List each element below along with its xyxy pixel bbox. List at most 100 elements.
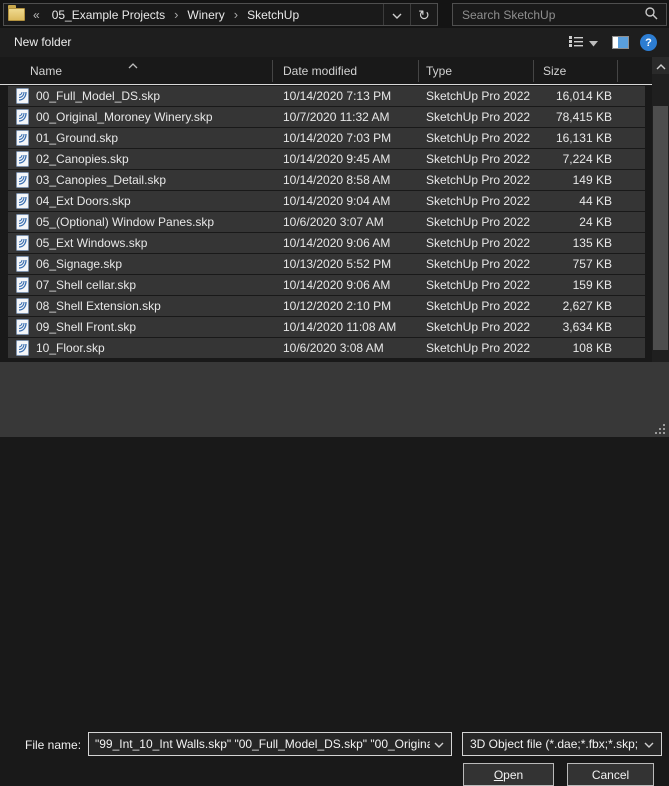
column-divider[interactable] — [533, 60, 534, 82]
file-date: 10/14/2020 11:08 AM — [272, 320, 418, 334]
table-row[interactable]: 02_Canopies.skp 10/14/2020 9:45 AM Sketc… — [8, 149, 645, 169]
file-size: 78,415 KB — [533, 110, 612, 124]
command-bar: New folder ? — [0, 28, 669, 57]
scrollbar-thumb[interactable] — [653, 106, 668, 350]
sketchup-file-icon — [16, 151, 29, 167]
file-type: SketchUp Pro 2022 — [418, 215, 533, 229]
breadcrumb-separator-icon[interactable]: › — [230, 7, 242, 22]
table-row[interactable]: 00_Full_Model_DS.skp 10/14/2020 7:13 PM … — [8, 86, 645, 106]
search-input[interactable] — [453, 8, 640, 22]
file-size: 16,131 KB — [533, 131, 612, 145]
sketchup-file-icon — [16, 172, 29, 188]
preview-pane-icon — [612, 36, 629, 49]
address-dropdown-button[interactable] — [384, 4, 410, 25]
table-row[interactable]: 04_Ext Doors.skp 10/14/2020 9:04 AM Sket… — [8, 191, 645, 211]
column-header-date-modified[interactable]: Date modified — [283, 64, 357, 78]
table-row[interactable]: 00_Original_Moroney Winery.skp 10/7/2020… — [8, 107, 645, 127]
file-type-value: 3D Object file (*.dae;*.fbx;*.skp; — [463, 737, 642, 751]
column-header-size[interactable]: Size — [543, 64, 566, 78]
refresh-button[interactable]: ↻ — [411, 4, 437, 25]
sketchup-file-icon — [16, 235, 29, 251]
table-row[interactable]: 05_Ext Windows.skp 10/14/2020 9:06 AM Sk… — [8, 233, 645, 253]
file-date: 10/14/2020 7:03 PM — [272, 131, 418, 145]
file-date: 10/14/2020 8:58 AM — [272, 173, 418, 187]
chevron-down-icon — [644, 737, 654, 751]
scroll-up-button[interactable] — [652, 57, 669, 74]
file-name-cell: 10_Floor.skp — [8, 340, 272, 356]
file-date: 10/13/2020 5:52 PM — [272, 257, 418, 271]
file-date: 10/14/2020 7:13 PM — [272, 89, 418, 103]
change-view-button[interactable] — [566, 33, 601, 52]
file-name: 02_Canopies.skp — [36, 152, 129, 166]
breadcrumb-item-winery[interactable]: Winery — [182, 8, 229, 22]
chevron-down-icon[interactable] — [434, 737, 444, 751]
file-date: 10/12/2020 2:10 PM — [272, 299, 418, 313]
sketchup-file-icon — [16, 256, 29, 272]
file-name-cell: 04_Ext Doors.skp — [8, 193, 272, 209]
file-name-input[interactable] — [89, 737, 432, 751]
search-box[interactable] — [452, 3, 667, 26]
open-button-label: pen — [503, 768, 523, 782]
resize-grip[interactable] — [655, 424, 665, 434]
open-button-accel: O — [494, 768, 503, 782]
file-size: 135 KB — [533, 236, 612, 250]
cancel-button-label: Cancel — [592, 768, 629, 782]
file-size: 24 KB — [533, 215, 612, 229]
table-row[interactable]: 03_Canopies_Detail.skp 10/14/2020 8:58 A… — [8, 170, 645, 190]
file-name-cell: 00_Original_Moroney Winery.skp — [8, 109, 272, 125]
preview-pane-button[interactable] — [609, 34, 632, 51]
cancel-button[interactable]: Cancel — [567, 763, 654, 786]
file-size: 16,014 KB — [533, 89, 612, 103]
table-row[interactable]: 05_(Optional) Window Panes.skp 10/6/2020… — [8, 212, 645, 232]
address-bar[interactable]: « 05_Example Projects › Winery › SketchU… — [3, 3, 438, 26]
file-type: SketchUp Pro 2022 — [418, 152, 533, 166]
search-icon[interactable] — [644, 6, 658, 23]
file-name-cell: 05_(Optional) Window Panes.skp — [8, 214, 272, 230]
table-row[interactable]: 08_Shell Extension.skp 10/12/2020 2:10 P… — [8, 296, 645, 316]
file-name: 03_Canopies_Detail.skp — [36, 173, 166, 187]
table-row[interactable]: 01_Ground.skp 10/14/2020 7:03 PM SketchU… — [8, 128, 645, 148]
column-divider[interactable] — [617, 60, 618, 82]
file-type: SketchUp Pro 2022 — [418, 194, 533, 208]
sketchup-file-icon — [16, 109, 29, 125]
file-size: 757 KB — [533, 257, 612, 271]
file-name-combobox[interactable] — [88, 732, 452, 756]
table-row[interactable]: 07_Shell cellar.skp 10/14/2020 9:06 AM S… — [8, 275, 645, 295]
file-name: 08_Shell Extension.skp — [36, 299, 161, 313]
table-row[interactable]: 10_Floor.skp 10/6/2020 3:08 AM SketchUp … — [8, 338, 645, 358]
refresh-icon: ↻ — [418, 8, 430, 22]
file-size: 44 KB — [533, 194, 612, 208]
column-divider[interactable] — [272, 60, 273, 82]
breadcrumb-item-example-projects[interactable]: 05_Example Projects — [47, 8, 170, 22]
file-date: 10/14/2020 9:45 AM — [272, 152, 418, 166]
file-type-select[interactable]: 3D Object file (*.dae;*.fbx;*.skp; — [462, 732, 662, 756]
file-list: 00_Full_Model_DS.skp 10/14/2020 7:13 PM … — [0, 86, 652, 362]
file-name-cell: 05_Ext Windows.skp — [8, 235, 272, 251]
new-folder-button[interactable]: New folder — [10, 35, 75, 49]
list-header: Name Date modified Type Size — [0, 57, 652, 85]
file-name-cell: 06_Signage.skp — [8, 256, 272, 272]
table-row[interactable]: 06_Signage.skp 10/13/2020 5:52 PM Sketch… — [8, 254, 645, 274]
breadcrumb-overflow-chevrons[interactable]: « — [33, 8, 40, 22]
file-type: SketchUp Pro 2022 — [418, 257, 533, 271]
footer-panel: File name: 3D Object file (*.dae;*.fbx;*… — [0, 362, 669, 437]
chevron-up-icon — [656, 59, 666, 73]
file-date: 10/14/2020 9:04 AM — [272, 194, 418, 208]
file-type: SketchUp Pro 2022 — [418, 278, 533, 292]
file-date: 10/14/2020 9:06 AM — [272, 236, 418, 250]
column-header-name[interactable]: Name — [30, 64, 62, 78]
open-button[interactable]: Open — [463, 763, 554, 786]
breadcrumb-separator-icon[interactable]: › — [170, 7, 182, 22]
table-row[interactable]: 09_Shell Front.skp 10/14/2020 11:08 AM S… — [8, 317, 645, 337]
file-name: 00_Full_Model_DS.skp — [36, 89, 160, 103]
vertical-scrollbar[interactable] — [652, 57, 669, 362]
column-divider[interactable] — [418, 60, 419, 82]
file-name: 07_Shell cellar.skp — [36, 278, 136, 292]
file-size: 2,627 KB — [533, 299, 612, 313]
file-name-cell: 03_Canopies_Detail.skp — [8, 172, 272, 188]
command-bar-icons: ? — [566, 32, 657, 53]
column-header-type[interactable]: Type — [426, 64, 452, 78]
help-button[interactable]: ? — [640, 34, 657, 51]
file-name: 09_Shell Front.skp — [36, 320, 136, 334]
breadcrumb-item-sketchup[interactable]: SketchUp — [242, 8, 304, 22]
